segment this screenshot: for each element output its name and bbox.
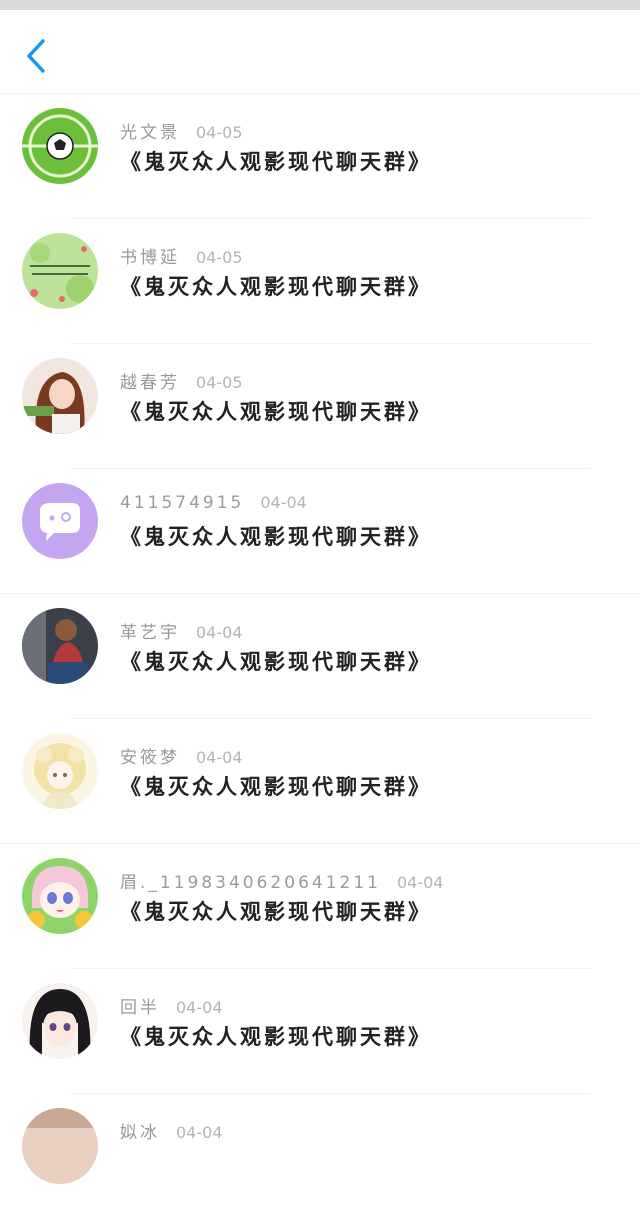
anime-blonde-avatar (22, 733, 98, 809)
message-date: 04-04 (396, 873, 444, 892)
message-date: 04-04 (196, 748, 243, 767)
message-date: 04-05 (196, 248, 243, 267)
message-list: 光文景 04-05 《鬼灭众人观影现代聊天群》 书博延 04-05 《鬼灭众人观… (0, 94, 640, 1219)
list-item[interactable]: 回半 04-04 《鬼灭众人观影现代聊天群》 (0, 969, 640, 1094)
list-item[interactable]: 光文景 04-05 《鬼灭众人观影现代聊天群》 (0, 94, 640, 219)
person-photo-avatar (22, 608, 98, 684)
message-preview: 《鬼灭众人观影现代聊天群》 (120, 399, 432, 424)
message-date: 04-05 (196, 123, 243, 142)
message-preview: 《鬼灭众人观影现代聊天群》 (120, 899, 432, 924)
sender-name: 眉._1198340620641211 (120, 873, 381, 893)
sender-name: 光文景 (120, 123, 180, 143)
list-item[interactable]: 书博延 04-05 《鬼灭众人观影现代聊天群》 (0, 219, 640, 344)
message-preview: 《鬼灭众人观影现代聊天群》 (120, 524, 432, 549)
list-item[interactable]: 姒冰 04-04 (0, 1094, 640, 1219)
list-item[interactable]: 眉._1198340620641211 04-04 《鬼灭众人观影现代聊天群》 (0, 844, 640, 969)
sender-name: 姒冰 (120, 1123, 160, 1143)
message-preview: 《鬼灭众人观影现代聊天群》 (120, 1024, 432, 1049)
message-preview: 《鬼灭众人观影现代聊天群》 (120, 149, 432, 174)
nav-header (0, 10, 640, 94)
green-text-avatar (22, 233, 98, 309)
sender-name: 革艺宇 (120, 623, 180, 643)
anime-pink-avatar (22, 858, 98, 934)
message-preview: 《鬼灭众人观影现代聊天群》 (120, 274, 432, 299)
status-strip (0, 0, 640, 10)
message-date: 04-04 (196, 623, 243, 642)
chat-bubble-avatar (22, 483, 98, 559)
sender-name: 越春芳 (120, 373, 180, 393)
partial-avatar (22, 1108, 98, 1184)
back-button[interactable] (16, 34, 56, 78)
sender-name: 书博延 (120, 248, 180, 268)
list-item[interactable]: 411574915 04-04 《鬼灭众人观影现代聊天群》 (0, 469, 640, 594)
message-date: 04-04 (260, 493, 307, 512)
girl-photo-avatar (22, 358, 98, 434)
sender-name: 回半 (120, 998, 160, 1018)
anime-darkhair-avatar (22, 983, 98, 1059)
list-item[interactable]: 革艺宇 04-04 《鬼灭众人观影现代聊天群》 (0, 594, 640, 719)
message-preview: 《鬼灭众人观影现代聊天群》 (120, 649, 432, 674)
message-date: 04-04 (176, 998, 223, 1017)
chevron-left-icon (27, 39, 45, 73)
soccer-ball-avatar (22, 108, 98, 184)
list-item[interactable]: 安筱梦 04-04 《鬼灭众人观影现代聊天群》 (0, 719, 640, 844)
list-item[interactable]: 越春芳 04-05 《鬼灭众人观影现代聊天群》 (0, 344, 640, 469)
message-date: 04-05 (196, 373, 243, 392)
sender-name: 安筱梦 (120, 748, 180, 768)
message-date: 04-04 (176, 1123, 223, 1142)
sender-name: 411574915 (120, 493, 245, 513)
message-preview: 《鬼灭众人观影现代聊天群》 (120, 774, 432, 799)
